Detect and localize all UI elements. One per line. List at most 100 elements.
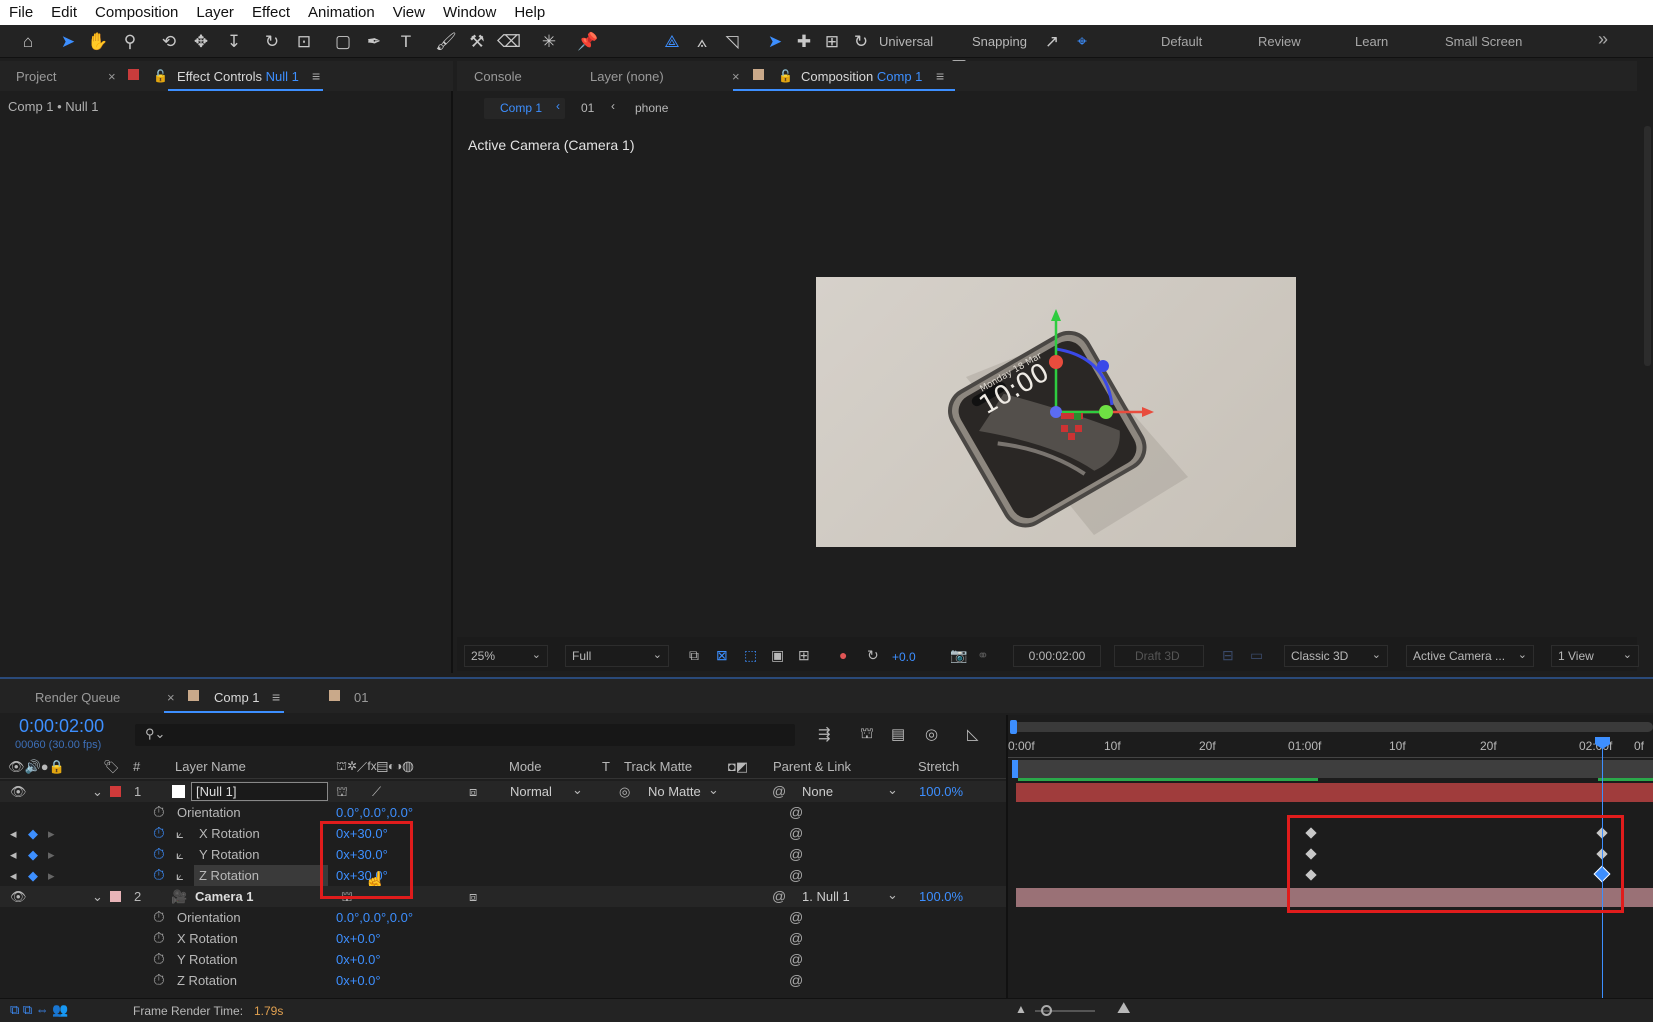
stopwatch-icon[interactable]: ⏱ — [153, 846, 165, 863]
layer-name[interactable]: Camera 1 — [195, 889, 254, 904]
channel-icon[interactable]: ● — [839, 647, 847, 663]
property-row[interactable]: ◂ ◆ ▸ ⏱ ⟀ Y Rotation 0x+30.0° @ — [0, 844, 1006, 865]
property-row[interactable]: ⏱ Z Rotation 0x+0.0° @ — [0, 970, 1006, 991]
brush-tool-icon[interactable]: 🖌 — [434, 30, 458, 54]
mask-visibility-icon[interactable]: ⬚ — [744, 647, 757, 664]
hand-tool-icon[interactable]: ✋ — [86, 30, 110, 54]
expression-pickwhip-icon[interactable]: @ — [789, 867, 803, 883]
tab-project[interactable]: Project — [16, 69, 56, 84]
exposure-value[interactable]: +0.0 — [892, 650, 916, 664]
property-row[interactable]: ◂ ◆ ▸ ⏱ ⟀ Z Rotation 0x+30.0° ☝ @ — [0, 865, 1006, 891]
transparency-grid-icon[interactable]: ⊠ — [716, 647, 728, 664]
graph-icon[interactable]: ⟀ — [176, 868, 184, 884]
close-icon[interactable]: × — [108, 69, 116, 84]
3d-layer-switch-icon[interactable]: ⧈ — [469, 784, 477, 800]
flow-phone[interactable]: phone — [635, 101, 668, 115]
flow-01[interactable]: 01 — [581, 101, 594, 115]
composition-mini-flowchart-icon[interactable]: ⇶ — [818, 725, 831, 743]
view-axis-mode-icon[interactable]: ◹ — [720, 30, 744, 54]
chevron-down-icon[interactable]: ⌄ — [92, 889, 103, 905]
close-icon[interactable]: × — [167, 690, 175, 705]
time-navigator[interactable] — [1012, 722, 1653, 732]
stretch-value[interactable]: 100.0% — [919, 889, 963, 904]
snap-features-icon[interactable]: ⌖ — [1070, 30, 1094, 54]
parent-dropdown[interactable]: None ⌄ — [797, 781, 905, 801]
tab-01[interactable]: 01 — [354, 690, 368, 705]
expression-pickwhip-icon[interactable]: @ — [789, 972, 803, 988]
zoom-tool-icon[interactable]: ⚲ — [118, 30, 142, 54]
label-color-swatch[interactable] — [110, 786, 121, 797]
close-icon[interactable]: × — [732, 69, 740, 84]
stopwatch-icon[interactable]: ⏱ — [153, 930, 165, 947]
menu-animation[interactable]: Animation — [299, 4, 384, 21]
panel-menu-icon[interactable]: ≡ — [272, 689, 280, 705]
stretch-value[interactable]: 100.0% — [919, 784, 963, 799]
camera-snapshot-icon[interactable]: 📷 — [950, 647, 967, 664]
track-matte-pickwhip-icon[interactable]: ◎ — [619, 784, 630, 800]
expression-pickwhip-icon[interactable]: @ — [789, 930, 803, 946]
lock-icon[interactable]: 🔓 — [153, 69, 168, 83]
pen-tool-icon[interactable]: ✒ — [362, 30, 386, 54]
menu-effect[interactable]: Effect — [243, 4, 299, 21]
composition-viewer[interactable]: Monday 18 Mar 10:00 — [816, 277, 1296, 547]
chevron-down-icon[interactable]: ⌄ — [92, 784, 103, 800]
workspace-learn[interactable]: Learn — [1355, 34, 1388, 49]
layer-bar-null1[interactable] — [1016, 783, 1653, 802]
next-keyframe-icon[interactable]: ▸ — [48, 826, 55, 842]
workspace-default[interactable]: Default — [1161, 34, 1202, 49]
renderer-dropdown[interactable]: Classic 3D ⌄ — [1284, 645, 1388, 667]
graph-icon[interactable]: ⟀ — [176, 826, 184, 842]
draft-3d-toggle[interactable]: Draft 3D — [1114, 645, 1204, 667]
rotation-tool-icon[interactable]: ↻ — [260, 30, 284, 54]
parent-pickwhip-icon[interactable]: @ — [772, 783, 786, 799]
view-dropdown[interactable]: Active Camera ... ⌄ — [1406, 645, 1534, 667]
dolly-tool-icon[interactable]: ↧ — [222, 30, 246, 54]
expression-pickwhip-icon[interactable]: @ — [789, 804, 803, 820]
tab-console[interactable]: Console — [474, 69, 522, 84]
3d-selection-icon[interactable]: ➤ — [763, 30, 787, 54]
pan-tool-icon[interactable]: ✥ — [189, 30, 213, 54]
selection-tool-icon[interactable]: ➤ — [56, 30, 80, 54]
stopwatch-icon[interactable]: ⏱ — [153, 825, 165, 842]
puppet-tool-icon[interactable]: 📌 — [576, 30, 600, 54]
expression-pickwhip-icon[interactable]: @ — [789, 909, 803, 925]
tab-composition[interactable]: Composition Comp 1 — [801, 69, 922, 84]
roto-brush-tool-icon[interactable]: ✳ — [537, 30, 561, 54]
toggle-switches-icon[interactable]: ⧉ ⧉ ⇔ 👥 — [10, 1002, 69, 1018]
prev-keyframe-icon[interactable]: ◂ — [10, 826, 17, 842]
stopwatch-icon[interactable]: ⏱ — [153, 804, 165, 821]
menu-edit[interactable]: Edit — [42, 4, 86, 21]
zoom-out-icon[interactable]: ▲ — [1015, 1002, 1027, 1016]
stopwatch-icon[interactable]: ⏱ — [153, 951, 165, 968]
timecode-field[interactable]: 0:00:02:00 — [1013, 645, 1101, 667]
home-icon[interactable]: ⌂ — [16, 30, 40, 54]
tab-layer[interactable]: Layer (none) — [590, 69, 664, 84]
snapping-options-icon[interactable]: ↗ — [1040, 30, 1064, 54]
stopwatch-icon[interactable]: ⏱ — [153, 867, 165, 884]
menu-window[interactable]: Window — [434, 4, 505, 21]
work-area-start[interactable] — [1012, 760, 1018, 778]
menu-file[interactable]: File — [0, 4, 42, 21]
expression-pickwhip-icon[interactable]: @ — [789, 846, 803, 862]
navigator-start-handle[interactable] — [1010, 720, 1017, 734]
track-matte-dropdown[interactable]: No Matte ⌄ — [646, 781, 741, 801]
frame-blending-icon[interactable]: ▤ — [891, 725, 905, 743]
3d-rotate-icon[interactable]: ↻ — [849, 30, 873, 54]
label-color-swatch[interactable] — [110, 891, 121, 902]
3d-layer-switch-icon[interactable]: ⧈ — [469, 889, 477, 905]
property-row[interactable]: ⏱ Orientation 0.0°,0.0°,0.0° @ — [0, 907, 1006, 928]
menu-help[interactable]: Help — [505, 4, 554, 21]
layer-name-field[interactable]: [Null 1] — [191, 782, 328, 801]
menu-view[interactable]: View — [384, 4, 434, 21]
quality-switch-icon[interactable]: ⟋ — [372, 784, 381, 800]
property-value[interactable]: 0.0°,0.0°,0.0° — [336, 910, 413, 925]
local-axis-mode-icon[interactable]: ⟁ — [660, 30, 684, 54]
graph-editor-icon[interactable]: ◺ — [967, 725, 979, 743]
shy-switch-icon[interactable]: ⛫ — [336, 784, 348, 802]
add-keyframe-icon[interactable]: ◆ — [28, 868, 38, 884]
parent-dropdown[interactable]: 1. Null 1 ⌄ — [797, 886, 905, 906]
time-ruler[interactable]: 0:00f 10f 20f 01:00f 10f 20f 02:00f 0f — [1008, 736, 1653, 758]
draft-3d-icon[interactable]: ⛫ — [860, 725, 874, 744]
menu-layer[interactable]: Layer — [187, 4, 243, 21]
anchor-tool-icon[interactable]: ⊡ — [292, 30, 316, 54]
